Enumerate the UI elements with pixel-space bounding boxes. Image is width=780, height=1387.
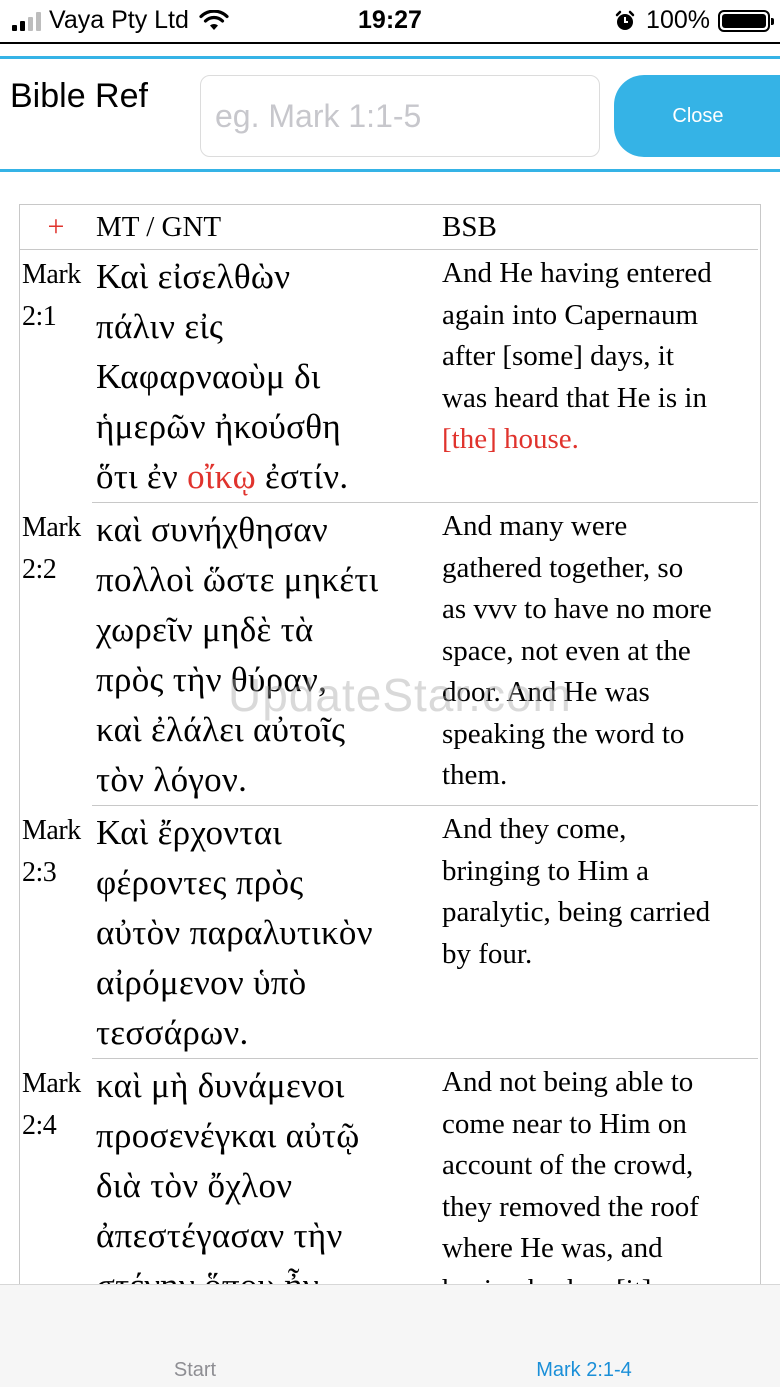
ref-verse: 2:2 [22,554,57,585]
greek-line: ἀπεστέγασαν τὴν [96,1216,343,1255]
english-text: And they come, bringing to Him a paralyt… [438,806,758,1059]
greek-text: Καὶ εἰσελθὼν πάλιν εἰς Καφαρναοὺμ δι ἡμε… [92,250,438,503]
greek-text: καὶ συνήχθησαν πολλοὶ ὥστε μηκέτι χωρεῖν… [92,503,438,806]
greek-line: πάλιν εἰς [96,307,224,346]
greek-text: καὶ μὴ δυνάμενοι προσενέγκαι αὐτῷ διὰ τὸ… [92,1059,438,1284]
plus-icon[interactable]: + [20,205,92,250]
greek-line: καὶ μὴ δυνάμενοι [96,1066,345,1105]
english-line: paralytic, being carried [442,896,711,928]
english-line: as vvv to have no more [442,593,712,625]
greek-line: διὰ τὸν ὄχλον [96,1166,293,1205]
ref-book: Mark [22,259,81,290]
verse-ref[interactable]: Mark 2:2 [20,503,92,806]
greek-line: αἰρόμενον ὑπὸ [96,963,307,1002]
tab-bar: Start Mark 2:1-4 [0,1284,780,1387]
english-line: And they come, [442,813,627,845]
header: Bible Ref Close [0,56,780,172]
english-line: them. [442,759,508,791]
ref-verse: 2:4 [22,1110,57,1141]
english-text: And many were gathered together, so as v… [438,503,758,806]
english-line: after [some] days, it [442,340,674,372]
ref-book: Mark [22,1068,81,1099]
english-line: again into Capernaum [442,298,699,331]
english-line: having broken [it] up, [442,1274,695,1285]
column-header-greek: MT / GNT [92,205,438,250]
english-line: bringing to Him a [442,854,650,887]
column-header-english: BSB [438,205,758,250]
battery-icon [718,9,774,32]
page-title: Bible Ref [10,77,148,115]
verse-ref[interactable]: Mark 2:4 [20,1059,92,1284]
bible-ref-input[interactable] [200,75,600,157]
greek-line: Καὶ εἰσελθὼν [96,257,291,296]
greek-line: χωρεῖν μηδὲ τὰ [96,610,314,649]
greek-line: πολλοὶ ὥστε μηκέτι [96,560,379,599]
english-line: by four. [442,937,533,970]
table-row: Mark 2:2 καὶ συνήχθησαν πολλοὶ ὥστε μηκέ… [20,503,758,806]
english-line: And He having entered [442,257,712,289]
english-line: they removed the roof [442,1190,699,1223]
ref-verse: 2:1 [22,301,57,332]
greek-line: ὅτι ἐν [96,457,188,496]
table-row: Mark 2:3 Καὶ ἔρχονται φέροντες πρὸς αὐτὸ… [20,806,758,1059]
english-line: account of the crowd, [442,1149,694,1181]
battery-percent: 100% [646,6,710,34]
alarm-icon [615,10,635,30]
greek-line: φέροντες πρὸς [96,863,304,902]
greek-line: Καφαρναοὺμ δι [96,357,321,396]
greek-line: στέγην ὅπου ἦν, [96,1266,328,1284]
english-line: was heard that He is in [442,381,707,414]
english-line: where He was, and [442,1232,663,1264]
table-header-row: + MT / GNT BSB [20,205,758,250]
english-line: come near to Him on [442,1107,687,1140]
greek-line: Καὶ ἔρχονται [96,813,283,852]
english-line: And not being able to [442,1066,694,1098]
greek-line: τὸν λόγον. [96,760,248,799]
greek-line: τεσσάρων. [96,1013,249,1052]
status-divider [0,42,780,44]
close-button[interactable]: Close [614,75,780,157]
verse-table-container[interactable]: + MT / GNT BSB Mark 2:1 Καὶ εἰσελθὼν πάλ… [19,204,761,1284]
tab-start[interactable]: Start [95,1359,295,1382]
verse-ref[interactable]: Mark 2:3 [20,806,92,1059]
english-highlight[interactable]: [the] house. [442,423,579,455]
greek-text: Καὶ ἔρχονται φέροντες πρὸς αὐτὸν παραλυτ… [92,806,438,1059]
english-line: And many were [442,510,628,542]
tab-current-passage[interactable]: Mark 2:1-4 [484,1359,684,1382]
greek-line-end: ἐστίν. [255,457,349,496]
english-line: space, not even at the [442,634,691,667]
greek-highlight-word[interactable]: οἴκῳ [187,457,256,496]
greek-line: ἡμερῶν ἠκούσθη [96,407,341,446]
english-line: gathered together, so [442,551,684,584]
english-line: door. And He was [442,676,650,708]
verse-table: + MT / GNT BSB Mark 2:1 Καὶ εἰσελθὼν πάλ… [20,205,758,1284]
english-text: And He having entered again into Caperna… [438,250,758,503]
english-line: speaking the word to [442,717,685,750]
greek-line: πρὸς τὴν θύραν, [96,660,328,699]
table-row: Mark 2:1 Καὶ εἰσελθὼν πάλιν εἰς Καφαρναο… [20,250,758,503]
greek-line: προσενέγκαι αὐτῷ [96,1116,360,1155]
status-right: 100% [614,6,774,35]
verse-ref[interactable]: Mark 2:1 [20,250,92,503]
greek-line: αὐτὸν παραλυτικὸν [96,913,373,952]
greek-line: καὶ συνήχθησαν [96,510,328,549]
status-bar: Vaya Pty Ltd 19:27 100% [0,0,780,42]
greek-line: καὶ ἐλάλει αὐτοῖς [96,710,346,749]
english-text: And not being able to come near to Him o… [438,1059,758,1284]
table-row: Mark 2:4 καὶ μὴ δυνάμενοι προσενέγκαι αὐ… [20,1059,758,1284]
ref-book: Mark [22,815,81,846]
ref-verse: 2:3 [22,857,57,888]
ref-book: Mark [22,512,81,543]
